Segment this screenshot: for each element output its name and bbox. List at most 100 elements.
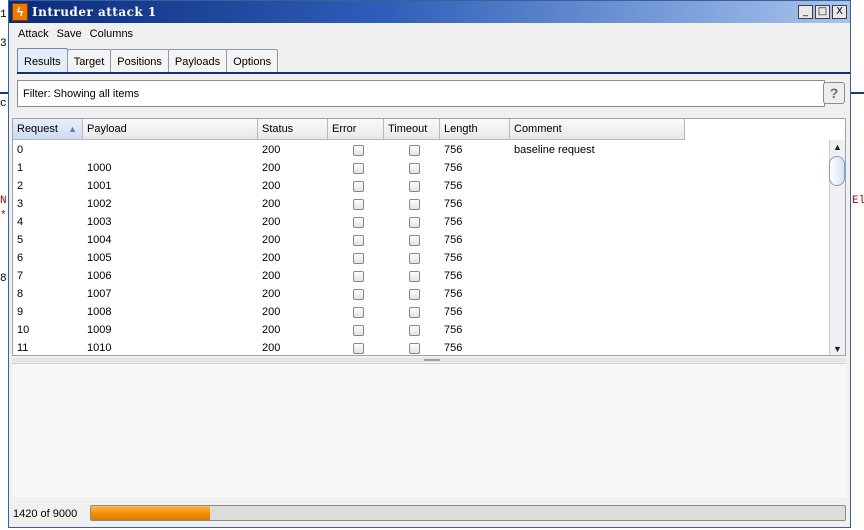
cell-length: 756 — [444, 198, 463, 210]
cell-error — [328, 303, 384, 321]
filter-text: Filter: Showing all items — [23, 87, 140, 100]
cell-timeout — [384, 267, 440, 285]
window-title: Intruder attack 1 — [32, 5, 157, 19]
table-body: 0 200 756 baseline request 1 1000 200 756 2 1001 2… — [13, 141, 685, 355]
menu-columns[interactable]: Columns — [90, 28, 133, 40]
cell-comment — [510, 267, 685, 285]
cell-request: 4 — [17, 216, 24, 228]
cell-payload: 1003 — [87, 216, 112, 228]
cell-error — [328, 249, 384, 267]
title-bar[interactable]: ϟ Intruder attack 1 _ □ X — [9, 1, 850, 23]
error-checkbox — [352, 306, 364, 318]
table-row[interactable]: 11 1010 200 756 — [13, 339, 685, 355]
table-row[interactable]: 9 1008 200 756 — [13, 303, 685, 321]
column-header-payload[interactable]: Payload — [83, 119, 258, 140]
vertical-scrollbar[interactable]: ▲ ▼ — [829, 140, 845, 355]
cell-timeout — [384, 141, 440, 159]
burp-lightning-icon: ϟ — [12, 3, 28, 21]
cell-request: 6 — [17, 252, 24, 264]
cell-payload: 1004 — [87, 234, 112, 246]
cell-payload: 1005 — [87, 252, 112, 264]
column-header-comment[interactable]: Comment — [510, 119, 685, 140]
tab-options[interactable]: Options — [226, 49, 279, 73]
progress-bar — [90, 505, 846, 521]
cell-status: 200 — [262, 144, 281, 156]
cell-status: 200 — [262, 162, 281, 174]
cell-length: 756 — [444, 288, 463, 300]
maximize-button[interactable]: □ — [815, 5, 830, 19]
cell-payload: 1007 — [87, 288, 112, 300]
table-row[interactable]: 10 1009 200 756 — [13, 321, 685, 339]
cell-status: 200 — [262, 216, 281, 228]
splitter-grip[interactable] — [424, 359, 440, 361]
background-text: El — [852, 195, 864, 207]
cell-request: 5 — [17, 234, 24, 246]
tab-target[interactable]: Target — [66, 49, 112, 73]
scroll-down-icon[interactable]: ▼ — [830, 342, 845, 355]
timeout-checkbox — [408, 144, 420, 156]
background-divider — [851, 92, 864, 94]
table-row[interactable]: 2 1001 200 756 — [13, 177, 685, 195]
filter-bar[interactable]: Filter: Showing all items — [17, 80, 825, 107]
table-row[interactable]: 4 1003 200 756 — [13, 213, 685, 231]
minimize-button[interactable]: _ — [798, 5, 813, 19]
pane-splitter[interactable] — [12, 358, 846, 362]
background-divider — [0, 92, 8, 94]
column-header-request[interactable]: Request ▲ — [13, 119, 83, 140]
table-row[interactable]: 6 1005 200 756 — [13, 249, 685, 267]
cell-comment — [510, 339, 685, 355]
cell-timeout — [384, 321, 440, 339]
cell-payload: 1001 — [87, 180, 112, 192]
column-header-error[interactable]: Error — [328, 119, 384, 140]
cell-payload: 1010 — [87, 342, 112, 354]
cell-error — [328, 213, 384, 231]
error-checkbox — [352, 144, 364, 156]
cell-comment — [510, 231, 685, 249]
cell-error — [328, 177, 384, 195]
table-row[interactable]: 3 1002 200 756 — [13, 195, 685, 213]
table-row[interactable]: 7 1006 200 756 — [13, 267, 685, 285]
table-row[interactable]: 0 200 756 baseline request — [13, 141, 685, 159]
table-row[interactable]: 5 1004 200 756 — [13, 231, 685, 249]
menu-save[interactable]: Save — [57, 28, 82, 40]
error-checkbox — [352, 180, 364, 192]
cell-error — [328, 285, 384, 303]
cell-comment — [510, 195, 685, 213]
cell-length: 756 — [444, 270, 463, 282]
error-checkbox — [352, 288, 364, 300]
table-row[interactable]: 1 1000 200 756 — [13, 159, 685, 177]
cell-length: 756 — [444, 180, 463, 192]
cell-comment — [510, 303, 685, 321]
column-header-timeout[interactable]: Timeout — [384, 119, 440, 140]
background-text: * — [0, 210, 7, 222]
error-checkbox — [352, 162, 364, 174]
cell-comment — [510, 177, 685, 195]
help-icon[interactable]: ? — [823, 82, 845, 104]
cell-payload: 1000 — [87, 162, 112, 174]
table-row[interactable]: 8 1007 200 756 — [13, 285, 685, 303]
progress-fill — [91, 506, 210, 520]
close-button[interactable]: X — [832, 5, 847, 19]
column-header-status[interactable]: Status — [258, 119, 328, 140]
scrollbar-thumb[interactable] — [829, 156, 845, 186]
timeout-checkbox — [408, 252, 420, 264]
timeout-checkbox — [408, 180, 420, 192]
timeout-checkbox — [408, 270, 420, 282]
cell-request: 3 — [17, 198, 24, 210]
scroll-up-icon[interactable]: ▲ — [830, 140, 845, 154]
cell-timeout — [384, 213, 440, 231]
tab-positions[interactable]: Positions — [110, 49, 169, 73]
tab-results[interactable]: Results — [17, 48, 68, 74]
menu-attack[interactable]: Attack — [18, 28, 49, 40]
cell-comment — [510, 321, 685, 339]
cell-comment — [510, 249, 685, 267]
column-header-length[interactable]: Length — [440, 119, 510, 140]
cell-request: 9 — [17, 306, 24, 318]
cell-comment — [510, 213, 685, 231]
tab-payloads[interactable]: Payloads — [167, 49, 228, 73]
cell-payload: 1009 — [87, 324, 112, 336]
error-checkbox — [352, 342, 364, 354]
background-text: 1 — [0, 9, 7, 21]
cell-error — [328, 267, 384, 285]
cell-error — [328, 195, 384, 213]
